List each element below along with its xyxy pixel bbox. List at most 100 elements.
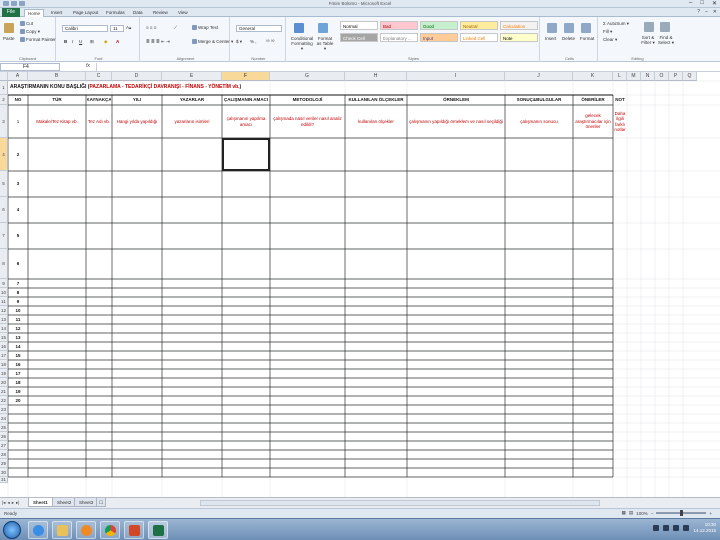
example-cell[interactable]: çalışmanın sonucu [506,106,572,137]
align-top-icon[interactable]: ≡ ≡ ≡ [146,25,156,30]
ribbon-minimize-icon[interactable]: – [705,9,708,15]
number-cell[interactable]: 14 [9,343,27,350]
sort-filter-button[interactable]: Sort & Filter ▾ [640,35,656,45]
help-icon[interactable]: ? [697,9,700,15]
row-header-4[interactable]: 4 [0,138,8,171]
cell-style-normal[interactable]: Normal [340,21,378,30]
number-cell[interactable]: 11 [9,316,27,323]
number-cell[interactable]: 8 [9,289,27,296]
number-format-select[interactable]: General [236,25,282,32]
format-table-icon[interactable] [318,23,328,33]
tab-insert[interactable]: Insert [48,9,65,17]
column-header-h[interactable]: H [345,72,407,81]
example-cell[interactable]: çalışmanın yapılma amacı [223,106,269,137]
column-header-a[interactable]: A [8,72,28,81]
fill-color-icon[interactable]: ◆ [104,39,107,45]
tab-data[interactable]: Data [130,9,146,17]
column-header-q[interactable]: Q [683,72,697,81]
bold-button[interactable]: B [64,39,67,44]
cell-style-bad[interactable]: Bad [380,21,418,30]
row-header-29[interactable]: 29 [0,459,8,468]
number-cell[interactable]: 4 [9,198,27,222]
network-icon[interactable] [663,525,670,531]
column-header-e[interactable]: E [162,72,222,81]
example-cell[interactable]: gelecek araştırmacılar için öneriler [574,106,612,137]
first-sheet-icon[interactable]: |◂ [2,500,5,506]
number-cell[interactable]: 16 [9,361,27,368]
cell-style-calculation[interactable]: Calculation [500,21,538,30]
language-icon[interactable] [653,525,660,531]
row-header-17[interactable]: 17 [0,351,8,360]
select-all-corner[interactable] [0,72,8,81]
row-header-13[interactable]: 13 [0,315,8,324]
number-cell[interactable]: 10 [9,307,27,314]
row-header-8[interactable]: 8 [0,249,8,279]
orientation-icon[interactable]: ⟋ [174,25,177,30]
example-cell[interactable]: Hangi yılda yapıldığı [113,106,161,137]
header-cell[interactable]: YILI [113,96,161,104]
cell-style-good[interactable]: Good [420,21,458,30]
number-cell[interactable]: 3 [9,172,27,196]
font-name-select[interactable]: Calibri [62,25,108,32]
row-header-22[interactable]: 22 [0,396,8,405]
normal-view-icon[interactable]: ▦ [622,510,626,516]
cell-style-explanatory[interactable]: Explanatory ... [380,33,418,42]
close-icon[interactable]: ✕ [712,0,717,7]
header-cell[interactable]: YAZARLAR [163,96,221,104]
clock[interactable]: 10:30 14.12.2015 [693,522,716,534]
row-header-20[interactable]: 20 [0,378,8,387]
number-cell[interactable]: 6 [9,250,27,278]
column-header-f[interactable]: F [222,72,270,81]
delete-button[interactable]: Delete [562,36,575,41]
prev-sheet-icon[interactable]: ◂ [7,500,9,506]
borders-icon[interactable]: ⊞ [90,39,94,45]
sheet-tab-2[interactable]: Sheet2 [52,498,77,507]
currency-icon[interactable]: $ ▾ [236,39,242,45]
find-select-icon[interactable] [660,22,670,32]
sheet-tab-3[interactable]: Sheet3 [74,498,99,507]
example-cell[interactable]: çalışmanın yapıldığı örneklem ve nasıl s… [408,106,504,137]
column-header-j[interactable]: J [505,72,573,81]
row-header-2[interactable]: 2 [0,95,8,105]
taskbar-app-ie[interactable] [28,521,48,539]
example-cell[interactable]: yazarların isimleri [163,106,221,137]
tab-formulas[interactable]: Formulas [103,9,128,17]
row-header-16[interactable]: 16 [0,342,8,351]
zoom-slider[interactable] [656,510,707,516]
header-cell[interactable]: ÖRNEKLEM [408,96,504,104]
zoom-level[interactable]: 100% [636,511,648,516]
fx-icon[interactable]: fx [86,63,90,69]
number-cell[interactable]: 13 [9,334,27,341]
row-header-5[interactable]: 5 [0,171,8,197]
number-cell[interactable]: 5 [9,224,27,248]
number-cell[interactable]: 20 [9,397,27,404]
formula-input[interactable] [96,63,716,71]
example-cell[interactable]: Daha ilgili farklı notlar [614,106,626,137]
paste-button[interactable]: Paste [3,36,15,41]
insert-cells-icon[interactable] [547,23,557,33]
start-button-icon[interactable] [3,521,21,539]
column-header-c[interactable]: C [86,72,112,81]
name-box[interactable]: F4 [0,63,60,71]
row-header-11[interactable]: 11 [0,297,8,306]
selected-cell[interactable] [222,138,270,171]
header-cell[interactable]: NOT [614,96,626,104]
redo-icon[interactable] [19,1,25,6]
tab-view[interactable]: View [175,9,191,17]
percent-button[interactable]: % , [250,39,257,44]
row-header-10[interactable]: 10 [0,288,8,297]
column-header-l[interactable]: L [613,72,627,81]
zoom-slider-thumb[interactable] [679,510,683,516]
row-header-9[interactable]: 9 [0,279,8,288]
header-cell[interactable]: TÜR [29,96,85,104]
volume-icon[interactable] [673,525,680,531]
conditional-formatting-button[interactable]: Conditional Formatting ▾ [290,36,314,51]
row-header-3[interactable]: 3 [0,105,8,138]
font-color-icon[interactable]: A [116,39,119,44]
wrap-text-button[interactable]: Wrap Text [192,25,218,31]
row-header-12[interactable]: 12 [0,306,8,315]
taskbar-app-chrome[interactable] [100,521,120,539]
format-as-table-button[interactable]: Format as Table ▾ [315,36,335,51]
italic-button[interactable]: I [72,39,73,44]
header-cell[interactable]: SONUÇ&BULGULAR [506,96,572,104]
